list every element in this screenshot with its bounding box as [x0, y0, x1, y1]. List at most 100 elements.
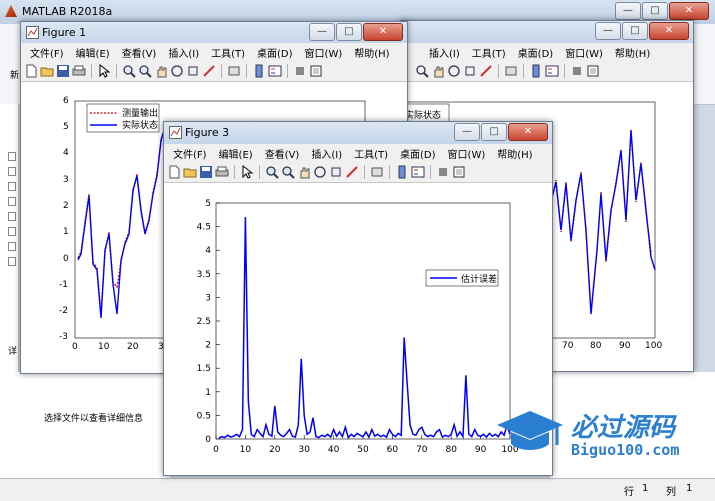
menu-help[interactable]: 帮助(H) [497, 146, 532, 161]
save-icon[interactable] [56, 64, 70, 78]
menu-file[interactable]: 文件(F) [173, 146, 207, 161]
menu-help[interactable]: 帮助(H) [354, 45, 389, 60]
matlab-title: MATLAB R2018a [22, 5, 113, 18]
legend-icon[interactable] [411, 165, 425, 179]
zoom-in-icon[interactable] [265, 165, 279, 179]
zoom-in-icon[interactable] [122, 64, 136, 78]
menu-desktop[interactable]: 桌面(D) [257, 45, 293, 60]
status-row-label: 行 [624, 487, 634, 498]
print-icon[interactable] [215, 165, 229, 179]
figure-1-menubar: 文件(F) 编辑(E) 查看(V) 插入(I) 工具(T) 桌面(D) 窗口(W… [21, 43, 407, 61]
menu-file[interactable]: 文件(F) [30, 45, 64, 60]
link-plot-icon[interactable] [504, 64, 518, 78]
save-icon[interactable] [199, 165, 213, 179]
zoom-out-icon[interactable] [415, 64, 429, 78]
menu-view[interactable]: 查看(V) [265, 146, 300, 161]
figure-1-titlebar[interactable]: Figure 1 — □ ✕ [21, 22, 407, 44]
menu-window[interactable]: 窗口(W) [305, 45, 343, 60]
rotate-icon[interactable] [313, 165, 327, 179]
menu-desktop[interactable]: 桌面(D) [400, 146, 436, 161]
colorbar-icon[interactable] [529, 64, 543, 78]
pan-icon[interactable] [297, 165, 311, 179]
brush-icon[interactable] [202, 64, 216, 78]
link-plot-icon[interactable] [227, 64, 241, 78]
figure-3-titlebar[interactable]: Figure 3 — □ ✕ [164, 122, 552, 144]
watermark-en: Biguo100.com [571, 441, 680, 459]
legend-icon[interactable] [268, 64, 282, 78]
open-folder-icon[interactable] [183, 165, 197, 179]
new-figure-icon[interactable] [167, 165, 181, 179]
figure-1-close-button[interactable]: ✕ [363, 23, 403, 41]
pan-icon[interactable] [431, 64, 445, 78]
legend-icon[interactable] [545, 64, 559, 78]
toolbar-separator [116, 64, 117, 78]
menu-insert[interactable]: 插入(I) [168, 45, 199, 60]
menu-edit[interactable]: 编辑(E) [219, 146, 253, 161]
new-figure-icon[interactable] [24, 64, 38, 78]
open-folder-icon[interactable] [40, 64, 54, 78]
show-plot-tools-icon[interactable] [586, 64, 600, 78]
menu-window[interactable]: 窗口(W) [448, 146, 486, 161]
figure-3-close-button[interactable]: ✕ [508, 123, 548, 141]
figure-right-maximize-button[interactable]: □ [622, 22, 648, 40]
menu-view[interactable]: 查看(V) [122, 45, 157, 60]
y-tick-label: 5 [205, 199, 211, 209]
toolbar-separator [389, 165, 390, 179]
link-plot-icon[interactable] [370, 165, 384, 179]
menu-window[interactable]: 窗口(W) [565, 45, 603, 60]
rotate-icon[interactable] [447, 64, 461, 78]
menu-tools[interactable]: 工具(T) [472, 45, 506, 60]
show-plot-tools-icon[interactable] [452, 165, 466, 179]
figure-right-minimize-button[interactable]: — [595, 22, 621, 40]
pan-icon[interactable] [154, 64, 168, 78]
hide-plot-tools-icon[interactable] [570, 64, 584, 78]
figure-1-minimize-button[interactable]: — [309, 23, 335, 41]
figure-right-toolbar [401, 61, 693, 82]
hide-plot-tools-icon[interactable] [293, 64, 307, 78]
menu-help[interactable]: 帮助(H) [615, 45, 650, 60]
y-tick-label: 3 [205, 293, 211, 303]
menu-insert[interactable]: 插入(I) [311, 146, 342, 161]
figure-3-minimize-button[interactable]: — [454, 123, 480, 141]
zoom-out-icon[interactable] [281, 165, 295, 179]
x-tick-label: 90 [475, 445, 487, 455]
x-tick-label: 50 [357, 445, 369, 455]
print-icon[interactable] [72, 64, 86, 78]
hide-plot-tools-icon[interactable] [436, 165, 450, 179]
toolbar-separator [259, 165, 260, 179]
menu-tools[interactable]: 工具(T) [354, 146, 388, 161]
y-tick-label: 0.5 [197, 411, 211, 421]
figure-right-close-button[interactable]: ✕ [649, 22, 689, 40]
figure-1-ytick: -1 [59, 280, 68, 290]
figure-3-maximize-button[interactable]: □ [481, 123, 507, 141]
matlab-maximize-button[interactable]: □ [642, 2, 668, 20]
menu-edit[interactable]: 编辑(E) [76, 45, 110, 60]
figure-1-title: Figure 1 [42, 26, 87, 39]
colorbar-icon[interactable] [395, 165, 409, 179]
edit-plot-arrow-icon[interactable] [240, 164, 254, 179]
figure-1-ytick: -3 [59, 332, 68, 342]
figure-3-canvas: 0 10 20 30 40 50 60 70 80 90 100 0 0.5 1 1.5 2 2.5 3 3.5 4 4… [164, 183, 552, 475]
graduation-cap-icon [497, 411, 563, 450]
rotate-icon[interactable] [170, 64, 184, 78]
zoom-out-icon[interactable] [138, 64, 152, 78]
menu-desktop[interactable]: 桌面(D) [518, 45, 554, 60]
x-tick-label: 20 [269, 445, 281, 455]
figure-right-titlebar[interactable]: — □ ✕ [401, 21, 693, 43]
matlab-minimize-button[interactable]: — [615, 2, 641, 20]
datacursor-icon[interactable] [329, 165, 343, 179]
colorbar-icon[interactable] [252, 64, 266, 78]
status-col-label: 列 [666, 487, 676, 498]
show-plot-tools-icon[interactable] [309, 64, 323, 78]
toolbar-separator [221, 64, 222, 78]
figure-1-maximize-button[interactable]: □ [336, 23, 362, 41]
datacursor-icon[interactable] [186, 64, 200, 78]
menu-tools[interactable]: 工具(T) [211, 45, 245, 60]
datacursor-icon[interactable] [463, 64, 477, 78]
ribbon-new-label[interactable]: 新 [10, 68, 19, 81]
edit-plot-arrow-icon[interactable] [97, 63, 111, 78]
matlab-close-button[interactable]: ✕ [669, 2, 709, 20]
menu-insert[interactable]: 插入(I) [429, 45, 460, 60]
brush-icon[interactable] [345, 165, 359, 179]
brush-icon[interactable] [479, 64, 493, 78]
